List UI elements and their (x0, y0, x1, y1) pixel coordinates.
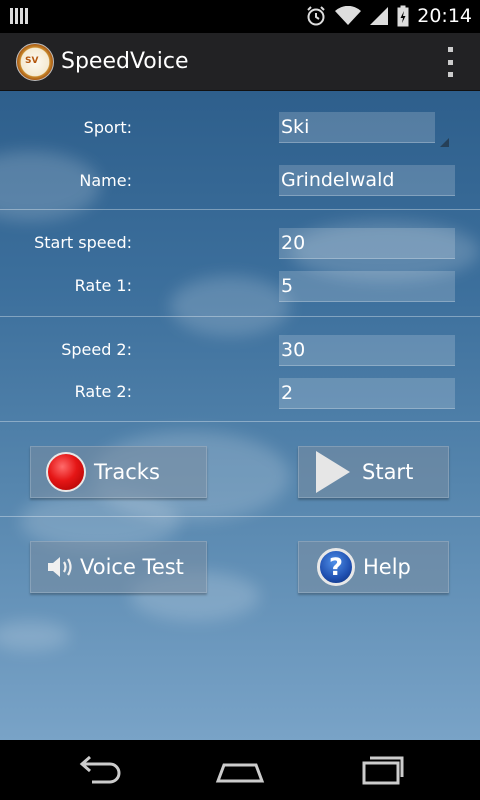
play-icon (316, 451, 350, 493)
help-icon: ? (317, 548, 355, 586)
voice-test-button-label: Voice Test (80, 555, 184, 579)
rate2-field[interactable]: 2 (279, 378, 455, 409)
notification-icon (10, 8, 28, 24)
sport-label: Sport: (83, 118, 132, 137)
status-bar: 20:14 (0, 0, 480, 33)
status-time: 20:14 (417, 5, 472, 27)
speed2-field[interactable]: 30 (279, 335, 455, 366)
status-icons: 20:14 (305, 4, 472, 28)
name-field[interactable]: Grindelwald (279, 165, 455, 196)
spinner-arrow-icon (440, 138, 449, 147)
app-logo[interactable]: SV (16, 43, 54, 81)
record-icon (46, 452, 86, 492)
divider (0, 421, 480, 422)
sport-spinner[interactable]: Ski (279, 112, 435, 143)
start-button-label: Start (362, 460, 414, 484)
help-button-label: Help (363, 555, 411, 579)
divider (0, 316, 480, 317)
divider (0, 209, 480, 210)
rate1-label: Rate 1: (74, 276, 132, 295)
tracks-button[interactable]: Tracks (30, 446, 207, 498)
speed2-label: Speed 2: (61, 340, 132, 359)
alarm-icon (307, 6, 325, 26)
home-icon[interactable] (210, 754, 270, 786)
logo-mark: SV (25, 56, 39, 66)
wifi-icon (335, 6, 362, 25)
divider (0, 516, 480, 517)
name-label: Name: (79, 171, 132, 190)
start-speed-field[interactable]: 20 (279, 228, 455, 259)
battery-icon (397, 5, 409, 27)
help-button[interactable]: ? Help (298, 541, 449, 593)
action-bar: SV SpeedVoice (0, 33, 480, 91)
voice-test-button[interactable]: Voice Test (30, 541, 207, 593)
rate1-field[interactable]: 5 (279, 271, 455, 302)
back-icon[interactable] (70, 754, 130, 786)
signal-icon (370, 7, 389, 25)
overflow-menu-icon[interactable] (444, 47, 456, 77)
recent-apps-icon[interactable] (350, 754, 410, 786)
start-speed-label: Start speed: (34, 233, 132, 252)
speaker-icon (48, 557, 72, 577)
start-button[interactable]: Start (298, 446, 449, 498)
main-content: Sport: Ski Name: Grindelwald Start speed… (0, 91, 480, 740)
rate2-label: Rate 2: (74, 382, 132, 401)
tracks-button-label: Tracks (94, 460, 160, 484)
app-title: SpeedVoice (61, 49, 189, 74)
navigation-bar (0, 740, 480, 800)
